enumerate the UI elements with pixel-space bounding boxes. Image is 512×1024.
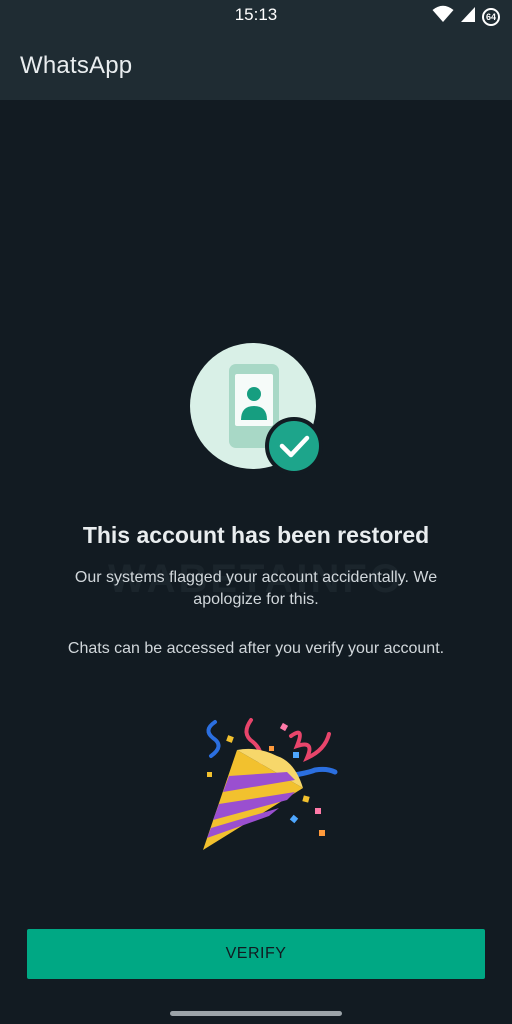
status-icons: 64 [432, 5, 500, 28]
restore-message: Our systems flagged your account acciden… [74, 569, 438, 608]
gesture-nav-bar[interactable] [170, 1011, 342, 1016]
app-bar: WhatsApp [0, 30, 512, 100]
phone-verified-icon [189, 342, 325, 476]
verify-button[interactable]: VERIFY [27, 929, 485, 979]
app-title: WhatsApp [20, 52, 133, 79]
wifi-icon [432, 5, 454, 28]
page-title: This account has been restored [82, 522, 430, 548]
verify-note: Chats can be accessed after you verify y… [67, 640, 445, 657]
battery-icon: 64 [482, 7, 500, 26]
party-popper-icon [195, 712, 345, 857]
signal-icon [460, 5, 476, 28]
status-bar: 15:13 64 [0, 0, 512, 30]
